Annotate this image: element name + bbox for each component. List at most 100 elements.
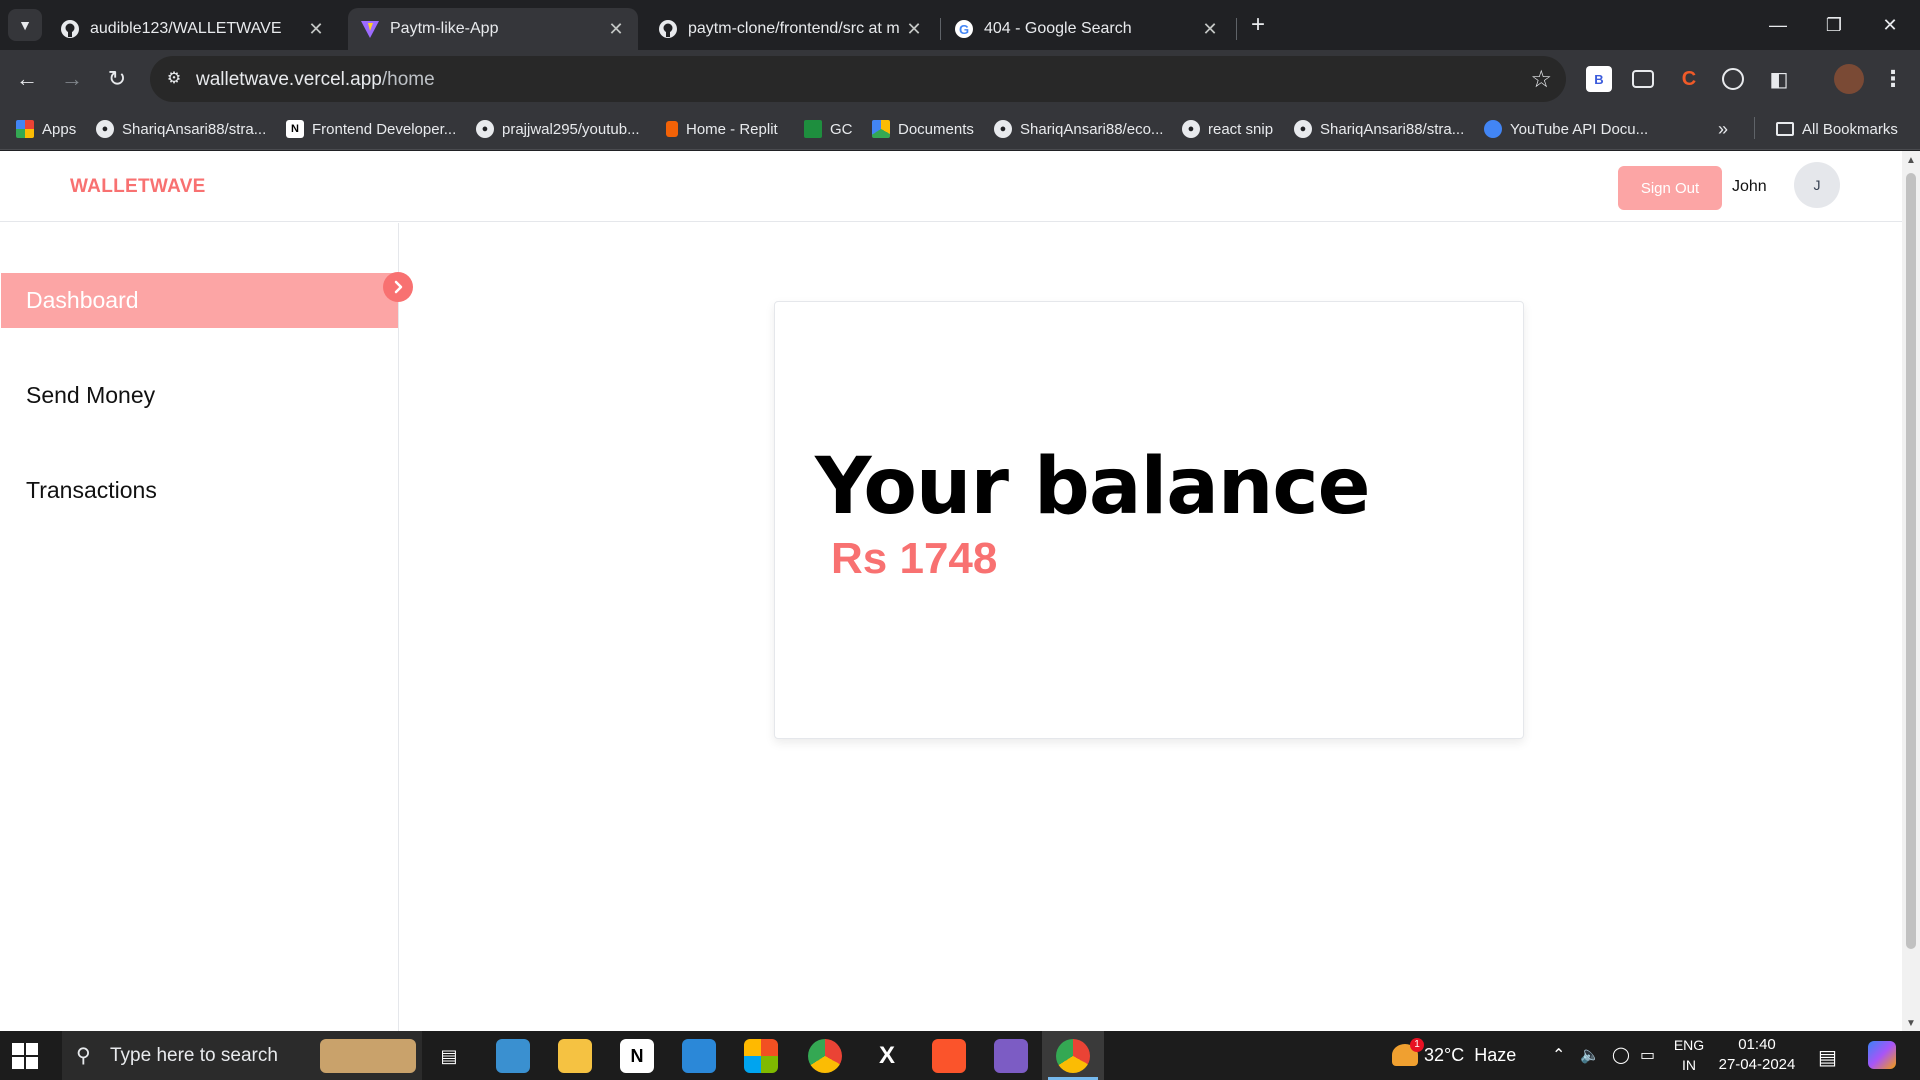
tab-search-button[interactable]: ▼: [8, 9, 42, 41]
battery-icon[interactable]: ▭: [1640, 1045, 1655, 1065]
clock-date: 27-04-2024: [1718, 1056, 1796, 1073]
bookmark-item[interactable]: GC: [804, 117, 853, 141]
windows-taskbar: ⚲ Type here to search ▤ N X 1 32°C Haze …: [0, 1031, 1920, 1080]
chrome-active-icon[interactable]: [1056, 1039, 1090, 1073]
volume-icon[interactable]: 🔈: [1580, 1045, 1600, 1065]
x-twitter-icon[interactable]: X: [870, 1039, 904, 1073]
clock[interactable]: 01:40 27-04-2024: [1712, 1035, 1802, 1075]
new-tab-plus-icon[interactable]: +: [1244, 12, 1272, 40]
copilot-icon[interactable]: [1868, 1041, 1896, 1069]
bookmark-label: Documents: [898, 120, 974, 138]
bookmarks-overflow-icon[interactable]: »: [1718, 117, 1728, 141]
brand-logo[interactable]: WALLETWAVE: [70, 176, 206, 198]
more-menu-icon[interactable]: ⋮: [1880, 66, 1906, 92]
sidebar-item-label: Send Money: [26, 382, 156, 408]
chevron-right-icon[interactable]: [383, 272, 413, 302]
all-bookmarks[interactable]: All Bookmarks: [1776, 117, 1898, 141]
weather-text: 32°C Haze: [1424, 1044, 1517, 1065]
page-scrollbar[interactable]: ▲ ▼: [1902, 151, 1920, 1031]
windows-start-icon[interactable]: [12, 1043, 38, 1069]
sign-out-button[interactable]: Sign Out: [1618, 166, 1722, 210]
bookmark-star-icon[interactable]: ☆: [1530, 65, 1552, 94]
bookmark-item[interactable]: ● ShariqAnsari88/stra...: [96, 117, 266, 141]
bookmark-item[interactable]: ● react snip: [1182, 117, 1273, 141]
target-icon[interactable]: [1722, 68, 1744, 90]
weather-badge: 1: [1410, 1038, 1424, 1052]
weather-icon: 1: [1392, 1038, 1424, 1066]
google-icon: G: [954, 19, 974, 39]
browser-toolbar: ← → ↻ ⚙ walletwave.vercel.app/home ☆ B C…: [0, 50, 1920, 108]
minimize-icon[interactable]: —: [1758, 8, 1798, 42]
extensions-puzzle-icon[interactable]: ◧: [1766, 66, 1792, 92]
url-path: /home: [381, 69, 435, 90]
restore-icon[interactable]: ❐: [1814, 8, 1854, 42]
bookmark-item[interactable]: ● ShariqAnsari88/eco...: [994, 117, 1163, 141]
scroll-up-arrow-icon[interactable]: ▲: [1902, 155, 1920, 166]
task-view-icon[interactable]: ▤: [432, 1039, 466, 1073]
microsoft-store-icon[interactable]: [744, 1039, 778, 1073]
window-close-icon[interactable]: ✕: [1870, 8, 1910, 42]
notifications-icon[interactable]: ▤: [1818, 1045, 1837, 1070]
github-icon: ●: [1294, 120, 1312, 138]
scroll-down-arrow-icon[interactable]: ▼: [1902, 1018, 1920, 1029]
close-icon[interactable]: ✕: [904, 19, 924, 40]
picture-in-picture-icon[interactable]: [1632, 70, 1654, 88]
close-icon[interactable]: ✕: [306, 19, 326, 40]
chrome-icon[interactable]: [808, 1039, 842, 1073]
search-highlight-icon[interactable]: [320, 1039, 416, 1073]
close-icon[interactable]: ✕: [1200, 19, 1220, 40]
dev-tool-icon[interactable]: [994, 1039, 1028, 1073]
tab-paytm-like-app[interactable]: Paytm-like-App ✕: [348, 8, 638, 50]
bookmark-apps[interactable]: Apps: [16, 117, 76, 141]
extension-b-label: B: [1594, 71, 1604, 87]
github-icon: [60, 19, 80, 39]
bookmark-item[interactable]: ● ShariqAnsari88/stra...: [1294, 117, 1464, 141]
photos-icon[interactable]: [682, 1039, 716, 1073]
bookmark-label: react snip: [1208, 120, 1274, 138]
bookmark-item[interactable]: N Frontend Developer...: [286, 117, 456, 141]
tab-google-search[interactable]: G 404 - Google Search ✕: [942, 8, 1232, 50]
avatar[interactable]: J: [1794, 162, 1840, 208]
sidebar-item-send-money[interactable]: Send Money: [1, 368, 398, 423]
bookmark-label: Apps: [42, 120, 77, 138]
bookmark-item[interactable]: ● prajjwal295/youtub...: [476, 117, 640, 141]
close-icon[interactable]: ✕: [606, 19, 626, 40]
bookmark-item[interactable]: YouTube API Docu...: [1484, 117, 1648, 141]
apps-grid-icon: [16, 120, 34, 138]
extension-b-icon[interactable]: B: [1586, 66, 1612, 92]
bookmark-label: YouTube API Docu...: [1510, 120, 1649, 138]
back-icon[interactable]: ←: [12, 64, 42, 94]
tab-paytm-clone-repo[interactable]: paytm-clone/frontend/src at m ✕: [646, 8, 936, 50]
weather-widget[interactable]: 1 32°C Haze: [1392, 1038, 1517, 1066]
forward-icon[interactable]: →: [57, 64, 87, 94]
wifi-icon[interactable]: ◯: [1612, 1045, 1630, 1065]
tab-title: 404 - Google Search: [984, 20, 1132, 37]
file-explorer-icon[interactable]: [558, 1039, 592, 1073]
brave-icon[interactable]: [932, 1039, 966, 1073]
notion-icon: N: [286, 120, 304, 138]
address-bar[interactable]: ⚙ walletwave.vercel.app/home ☆: [150, 56, 1566, 102]
sidebar-item-label: Dashboard: [26, 287, 139, 313]
app-icon[interactable]: [496, 1039, 530, 1073]
youtube-api-icon: [1484, 120, 1502, 138]
chevron-up-icon[interactable]: ⌃: [1552, 1045, 1565, 1065]
notion-icon[interactable]: N: [620, 1039, 654, 1073]
bookmark-item[interactable]: Documents: [872, 117, 974, 141]
sidebar-item-dashboard[interactable]: Dashboard: [1, 273, 398, 328]
bookmarks-bar: Apps ● ShariqAnsari88/stra... N Frontend…: [0, 108, 1920, 150]
input-language[interactable]: ENG IN: [1672, 1035, 1706, 1075]
tab-walletwave-repo[interactable]: audible123/WALLETWAVE ✕: [48, 8, 338, 50]
site-settings-icon[interactable]: ⚙: [162, 67, 186, 91]
tab-title: paytm-clone/frontend/src at m: [688, 20, 900, 37]
github-icon: ●: [994, 120, 1012, 138]
reload-icon[interactable]: ↻: [102, 64, 132, 94]
scrollbar-thumb[interactable]: [1906, 173, 1916, 949]
profile-avatar-icon[interactable]: [1834, 64, 1864, 94]
all-bookmarks-label: All Bookmarks: [1802, 120, 1898, 138]
extension-c-icon[interactable]: C: [1676, 66, 1702, 92]
app-header: WALLETWAVE Sign Out John J: [0, 151, 1902, 222]
sidebar-item-transactions[interactable]: Transactions: [1, 463, 398, 518]
url-text: walletwave.vercel.app/home: [196, 69, 435, 91]
bookmark-separator: [1754, 117, 1755, 139]
bookmark-item[interactable]: Home - Replit: [666, 117, 778, 141]
